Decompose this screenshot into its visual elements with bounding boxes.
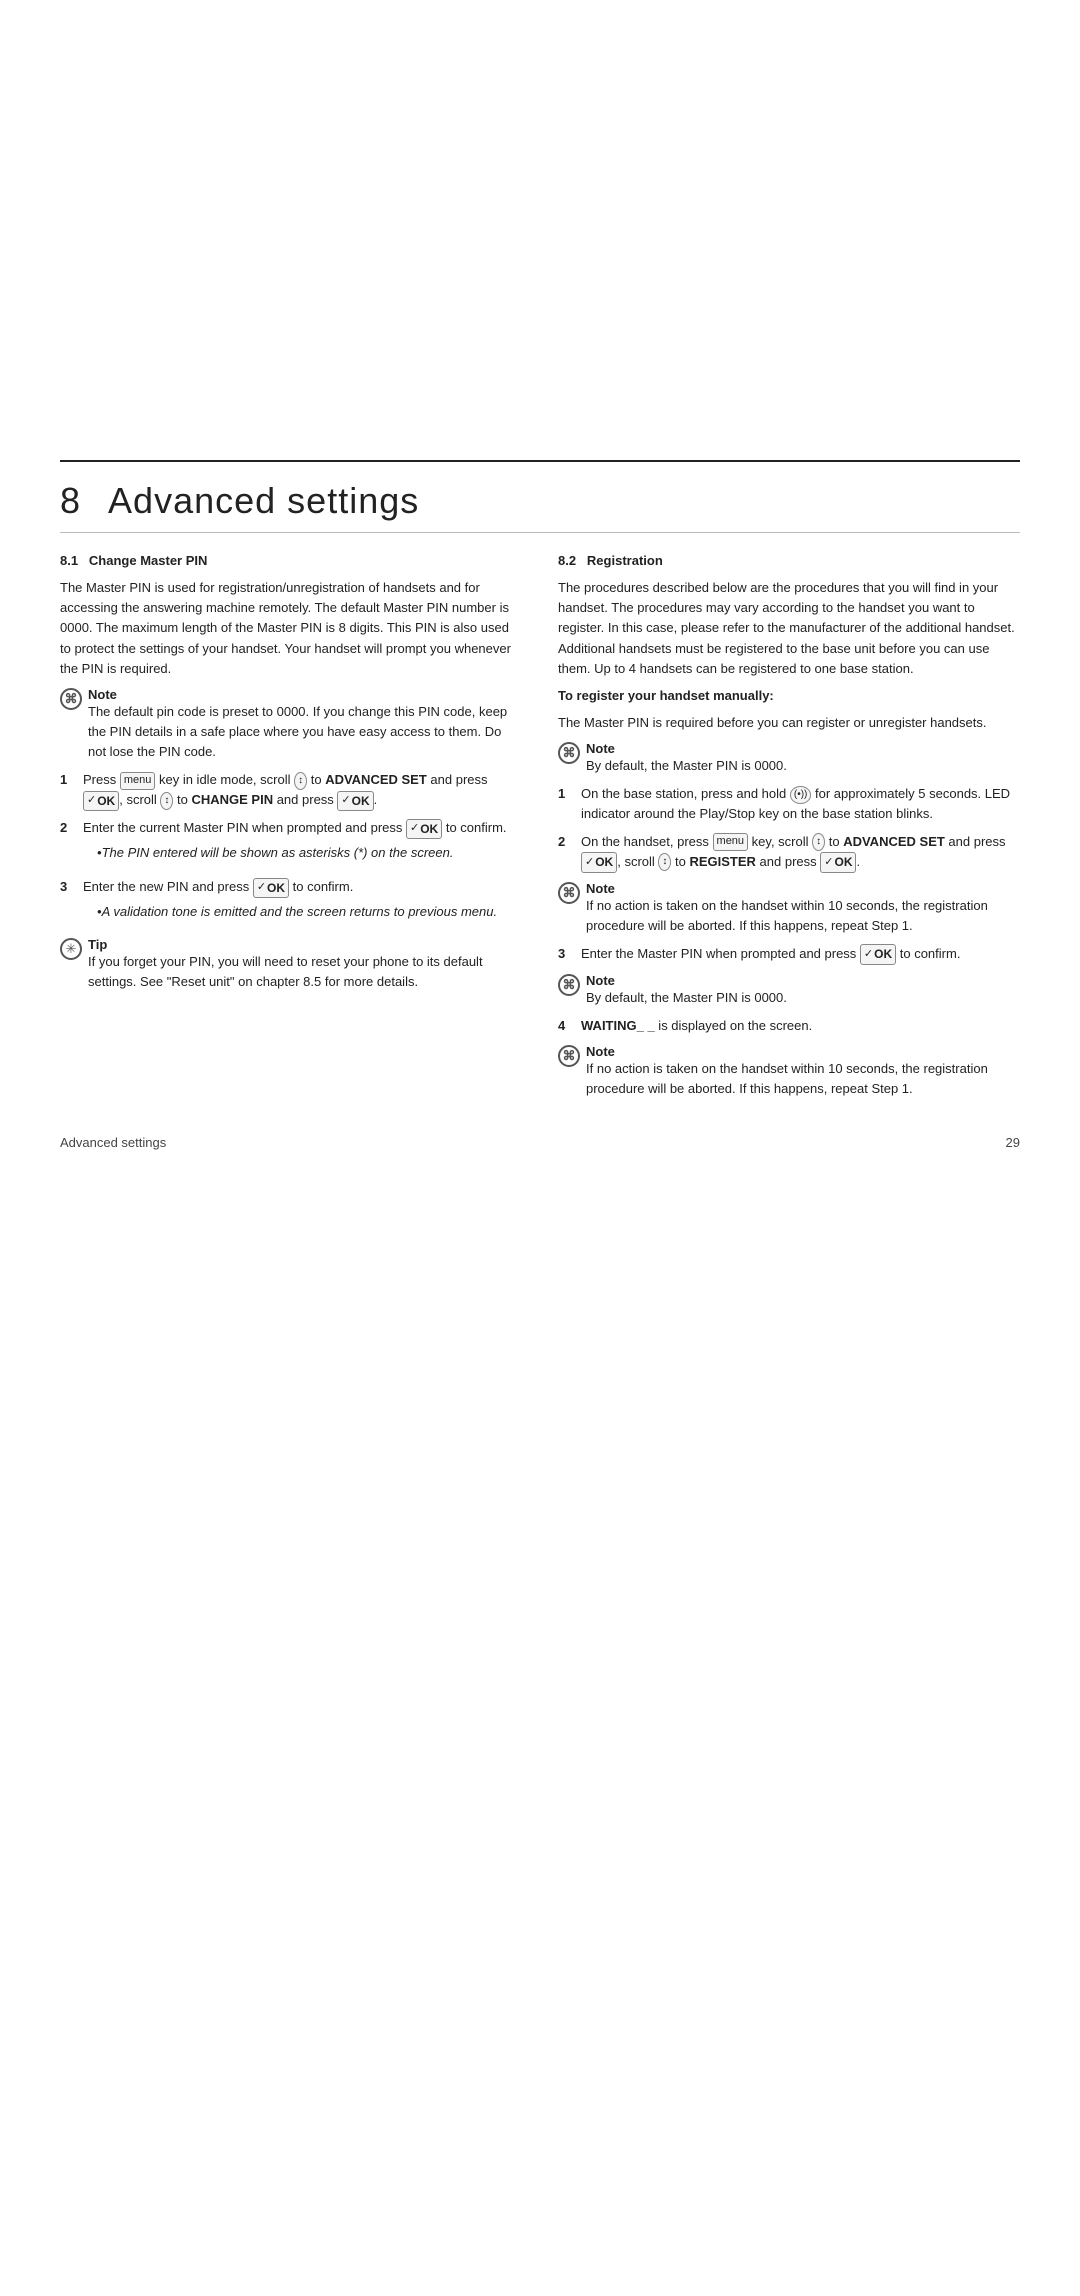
step-2-bullets: The PIN entered will be shown as asteris… — [97, 843, 522, 863]
left-column: 8.1 Change Master PIN The Master PIN is … — [60, 551, 522, 1105]
chapter-number: 8 — [60, 480, 81, 521]
note-4-icon: ⌘ — [558, 974, 580, 996]
note-3-content: Note If no action is taken on the handse… — [586, 881, 1020, 936]
ok-btn-7: ✓OK — [860, 944, 896, 965]
tip-icon: ✳ — [60, 938, 82, 960]
note-3: ⌘ Note If no action is taken on the hand… — [558, 881, 1020, 936]
section-81-heading: 8.1 Change Master PIN — [60, 551, 522, 571]
page: 8 Advanced settings 8.1 Change Master PI… — [0, 0, 1080, 2296]
scroll-key-2: ↕ — [160, 792, 173, 810]
footer-page-number: 29 — [1006, 1135, 1020, 1150]
ok-btn-1: ✓OK — [83, 791, 119, 812]
chapter-divider — [60, 460, 1020, 462]
right-step-1: 1 On the base station, press and hold (•… — [558, 784, 1020, 824]
scroll-key-3: ↕ — [812, 833, 825, 851]
right-step-3: 3 Enter the Master PIN when prompted and… — [558, 944, 1020, 965]
register-heading: To register your handset manually: — [558, 686, 1020, 706]
step-3-content: Enter the new PIN and press ✓OK to confi… — [83, 877, 522, 929]
right-column: 8.2 Registration The procedures describe… — [558, 551, 1020, 1105]
step-2: 2 Enter the current Master PIN when prom… — [60, 818, 522, 870]
steps-list: 1 Press menu key in idle mode, scroll ↕ … — [60, 770, 522, 929]
right-steps-3: 4 WAITING_ _ is displayed on the screen. — [558, 1016, 1020, 1036]
note-4: ⌘ Note By default, the Master PIN is 000… — [558, 973, 1020, 1008]
ok-btn-6: ✓OK — [820, 852, 856, 873]
ok-btn-2: ✓OK — [337, 791, 373, 812]
ok-btn-5: ✓OK — [581, 852, 617, 873]
scroll-key-4: ↕ — [658, 853, 671, 871]
note-5-icon: ⌘ — [558, 1045, 580, 1067]
tip-content: Tip If you forget your PIN, you will nee… — [88, 937, 522, 992]
chapter-title-text: Advanced settings — [108, 480, 419, 521]
right-step-3-num: 3 — [558, 944, 576, 964]
note-5: ⌘ Note If no action is taken on the hand… — [558, 1044, 1020, 1099]
step-2-bullet-1: The PIN entered will be shown as asteris… — [97, 843, 522, 863]
note-4-content: Note By default, the Master PIN is 0000. — [586, 973, 787, 1008]
register-intro: The Master PIN is required before you ca… — [558, 713, 1020, 733]
ok-btn-4: ✓OK — [253, 878, 289, 899]
ok-btn-3: ✓OK — [406, 819, 442, 840]
right-step-2: 2 On the handset, press menu key, scroll… — [558, 832, 1020, 873]
right-step-1-content: On the base station, press and hold (•))… — [581, 784, 1020, 824]
step-1: 1 Press menu key in idle mode, scroll ↕ … — [60, 770, 522, 811]
top-blank-area — [0, 0, 1080, 460]
section-82-heading: 8.2 Registration — [558, 551, 1020, 571]
right-steps-1: 1 On the base station, press and hold (•… — [558, 784, 1020, 872]
footer-chapter-name: Advanced settings — [60, 1135, 166, 1150]
chapter-title: 8 Advanced settings — [60, 480, 1020, 522]
note-1-content: Note The default pin code is preset to 0… — [88, 687, 522, 762]
scroll-key-1: ↕ — [294, 772, 307, 790]
right-step-3-content: Enter the Master PIN when prompted and p… — [581, 944, 1020, 965]
note-1: ⌘ Note The default pin code is preset to… — [60, 687, 522, 762]
step-1-content: Press menu key in idle mode, scroll ↕ to… — [83, 770, 522, 811]
right-step-4: 4 WAITING_ _ is displayed on the screen. — [558, 1016, 1020, 1036]
right-steps-2: 3 Enter the Master PIN when prompted and… — [558, 944, 1020, 965]
two-column-layout: 8.1 Change Master PIN The Master PIN is … — [0, 551, 1080, 1105]
section-81-intro: The Master PIN is used for registration/… — [60, 578, 522, 679]
step-3: 3 Enter the new PIN and press ✓OK to con… — [60, 877, 522, 929]
step-1-num: 1 — [60, 770, 78, 790]
note-2-icon: ⌘ — [558, 742, 580, 764]
note-1-icon: ⌘ — [60, 688, 82, 710]
section-divider — [60, 532, 1020, 533]
right-step-1-num: 1 — [558, 784, 576, 804]
step-3-num: 3 — [60, 877, 78, 897]
right-step-2-num: 2 — [558, 832, 576, 852]
signal-key: (•)) — [790, 786, 812, 804]
page-footer: Advanced settings 29 — [0, 1123, 1080, 1150]
note-2-content: Note By default, the Master PIN is 0000. — [586, 741, 787, 776]
menu-key: menu — [120, 772, 156, 789]
right-step-2-content: On the handset, press menu key, scroll ↕… — [581, 832, 1020, 873]
step-2-num: 2 — [60, 818, 78, 838]
tip-box: ✳ Tip If you forget your PIN, you will n… — [60, 937, 522, 992]
menu-key-2: menu — [713, 833, 749, 850]
right-step-4-content: WAITING_ _ is displayed on the screen. — [581, 1016, 1020, 1036]
section-82-intro: The procedures described below are the p… — [558, 578, 1020, 679]
step-3-bullets: A validation tone is emitted and the scr… — [97, 902, 522, 922]
right-step-4-num: 4 — [558, 1016, 576, 1036]
step-3-bullet-1: A validation tone is emitted and the scr… — [97, 902, 522, 922]
step-2-content: Enter the current Master PIN when prompt… — [83, 818, 522, 870]
note-3-icon: ⌘ — [558, 882, 580, 904]
note-5-content: Note If no action is taken on the handse… — [586, 1044, 1020, 1099]
note-2: ⌘ Note By default, the Master PIN is 000… — [558, 741, 1020, 776]
